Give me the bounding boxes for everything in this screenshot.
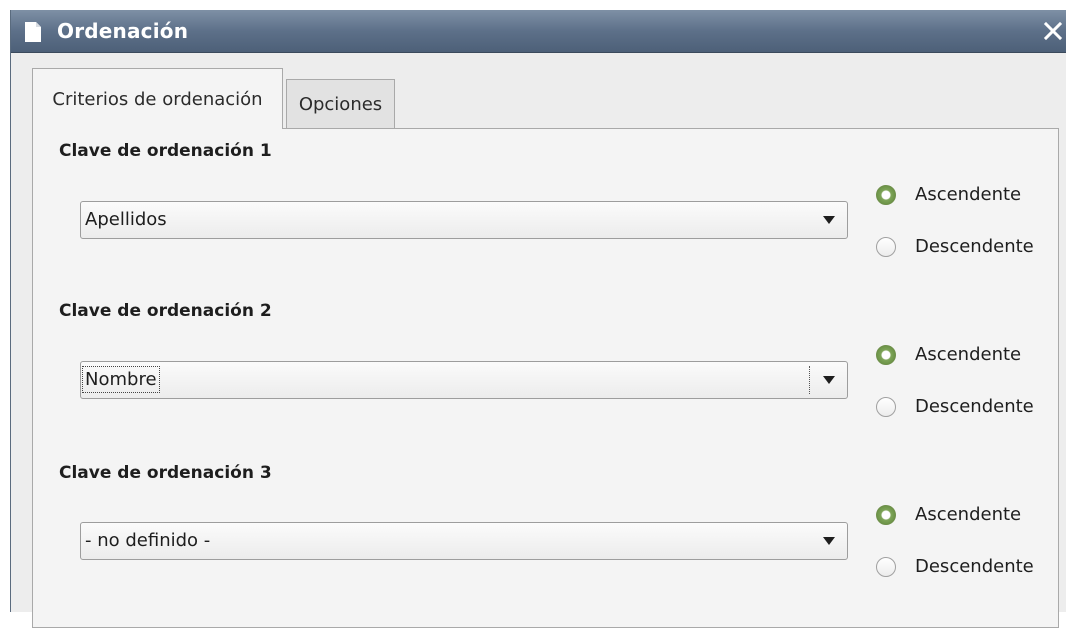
sort-key-2-value: Nombre: [82, 366, 160, 393]
chevron-down-icon: [823, 216, 835, 224]
sort-key-3-dropdown[interactable]: - no definido -: [80, 522, 848, 560]
sort-key-2-descending-label: Descendente: [915, 396, 1034, 417]
sort-key-2-ascending-radio[interactable]: Ascendente: [876, 344, 1021, 365]
sort-key-2-label: Clave de ordenación 2: [59, 301, 272, 321]
sort-key-1-descending-radio[interactable]: Descendente: [876, 236, 1034, 257]
sort-key-1-value: Apellidos: [85, 209, 167, 230]
sort-key-2-descending-radio[interactable]: Descendente: [876, 396, 1034, 417]
chevron-down-icon: [823, 537, 835, 545]
sort-dialog: Ordenación Criterios de ordenación Opcio…: [10, 10, 1066, 628]
sort-key-2-ascending-label: Ascendente: [915, 344, 1022, 365]
radio-checked-indicator: [876, 184, 896, 205]
sort-key-1-ascending-label: Ascendente: [915, 184, 1022, 205]
sort-key-3-ascending-label: Ascendente: [915, 504, 1022, 525]
title-bar: Ordenación: [11, 10, 1066, 53]
sort-key-3-label: Clave de ordenación 3: [59, 463, 272, 483]
radio-unchecked-indicator: [876, 556, 896, 577]
close-icon: [1043, 21, 1062, 41]
tab-sort-criteria[interactable]: Criterios de ordenación: [32, 68, 283, 129]
dropdown-separator: [809, 366, 810, 394]
radio-checked-indicator: [876, 344, 896, 365]
sort-key-3-value: - no definido -: [85, 530, 211, 551]
window-title: Ordenación: [57, 19, 189, 43]
sort-key-1-label: Clave de ordenación 1: [59, 141, 272, 161]
sort-key-2-dropdown[interactable]: Nombre: [80, 361, 848, 399]
radio-unchecked-indicator: [876, 236, 896, 257]
sort-key-1-ascending-radio[interactable]: Ascendente: [876, 184, 1021, 205]
sort-key-3-descending-label: Descendente: [915, 556, 1034, 577]
document-icon: [25, 22, 41, 42]
sort-criteria-panel: Clave de ordenación 1 Apellidos Ascenden…: [32, 128, 1059, 628]
radio-checked-indicator: [876, 504, 896, 525]
sort-key-3-descending-radio[interactable]: Descendente: [876, 556, 1034, 577]
radio-unchecked-indicator: [876, 396, 896, 417]
chevron-down-icon: [823, 376, 835, 384]
close-button[interactable]: [1038, 16, 1066, 46]
sort-key-3-ascending-radio[interactable]: Ascendente: [876, 504, 1021, 525]
sort-key-1-descending-label: Descendente: [915, 236, 1034, 257]
sort-key-1-dropdown[interactable]: Apellidos: [80, 201, 848, 239]
tab-options[interactable]: Opciones: [286, 79, 395, 128]
